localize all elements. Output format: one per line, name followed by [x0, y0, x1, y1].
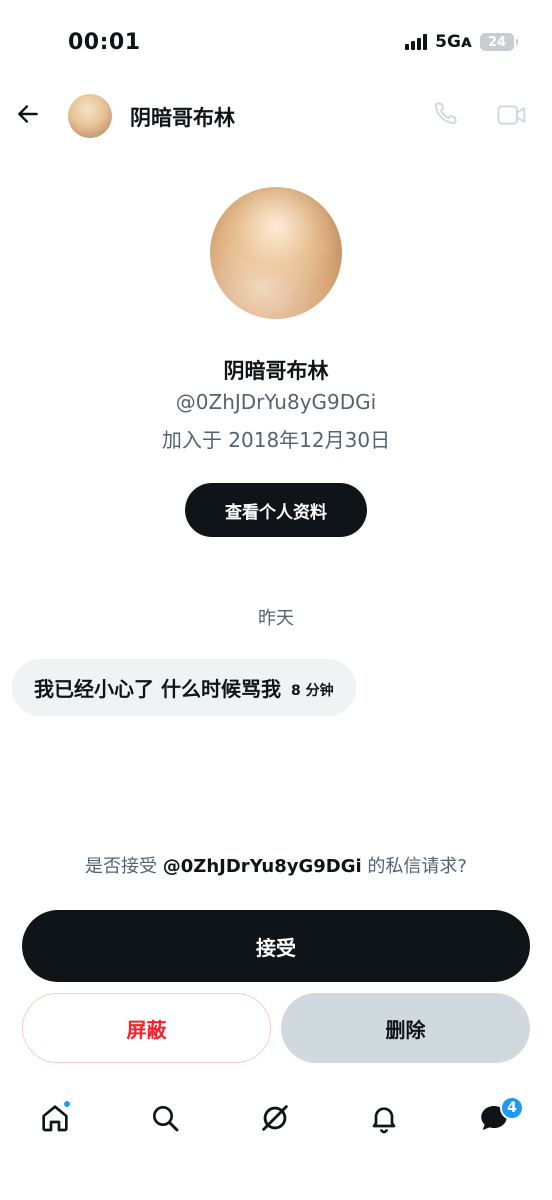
signal-icon	[405, 34, 428, 50]
call-button[interactable]	[430, 99, 460, 129]
nav-messages[interactable]: 4	[476, 1096, 524, 1136]
profile-avatar[interactable]	[210, 187, 342, 319]
request-prompt-suffix: 的私信请求?	[361, 856, 467, 877]
date-divider: 昨天	[258, 608, 294, 629]
block-button[interactable]: 屏蔽	[22, 993, 271, 1063]
profile-handle: @0ZhJDrYu8yG9DGi	[175, 390, 377, 414]
header-avatar[interactable]	[68, 94, 112, 138]
search-icon	[153, 1106, 179, 1132]
network-type: 5Gᴀ	[435, 32, 472, 52]
video-camera-icon	[497, 105, 526, 125]
status-time: 00:01	[68, 30, 141, 55]
header-title[interactable]: 阴暗哥布林	[130, 102, 235, 132]
messages-badge: 4	[500, 1096, 524, 1120]
profile-joined-date: 加入于 2018年12月30日	[161, 428, 391, 452]
profile-name: 阴暗哥布林	[223, 359, 329, 383]
arrow-left-icon	[18, 105, 38, 123]
grok-icon	[262, 1105, 288, 1131]
status-indicators: 5Gᴀ 24	[405, 32, 518, 52]
request-prompt-prefix: 是否接受	[85, 856, 163, 877]
nav-home[interactable]	[37, 1100, 73, 1136]
message-text: 我已经小心了 什么时候骂我	[34, 677, 281, 701]
request-prompt-handle: @0ZhJDrYu8yG9DGi	[162, 856, 362, 877]
home-notification-dot	[63, 1100, 71, 1108]
delete-button[interactable]: 删除	[281, 993, 530, 1063]
back-button[interactable]	[12, 98, 44, 130]
nav-grok[interactable]	[257, 1100, 293, 1136]
phone-icon	[434, 102, 457, 125]
nav-notifications[interactable]	[366, 1100, 402, 1136]
nav-search[interactable]	[147, 1100, 183, 1136]
view-profile-button[interactable]: 查看个人资料	[185, 483, 367, 537]
request-prompt: 是否接受 @0ZhJDrYu8yG9DGi 的私信请求?	[0, 852, 552, 878]
bell-icon	[372, 1107, 396, 1134]
battery-icon: 24	[480, 33, 518, 51]
video-call-button[interactable]	[496, 100, 528, 130]
accept-button[interactable]: 接受	[22, 910, 530, 982]
message-bubble[interactable]: 我已经小心了 什么时候骂我 8 分钟	[12, 659, 356, 716]
dm-conversation-screen: 00:01 5Gᴀ 24 阴暗哥布林 阴暗哥布林 @0ZhJDrYu8yG9DG…	[0, 0, 552, 1200]
message-time: 8 分钟	[290, 682, 334, 699]
battery-level: 24	[487, 34, 507, 50]
